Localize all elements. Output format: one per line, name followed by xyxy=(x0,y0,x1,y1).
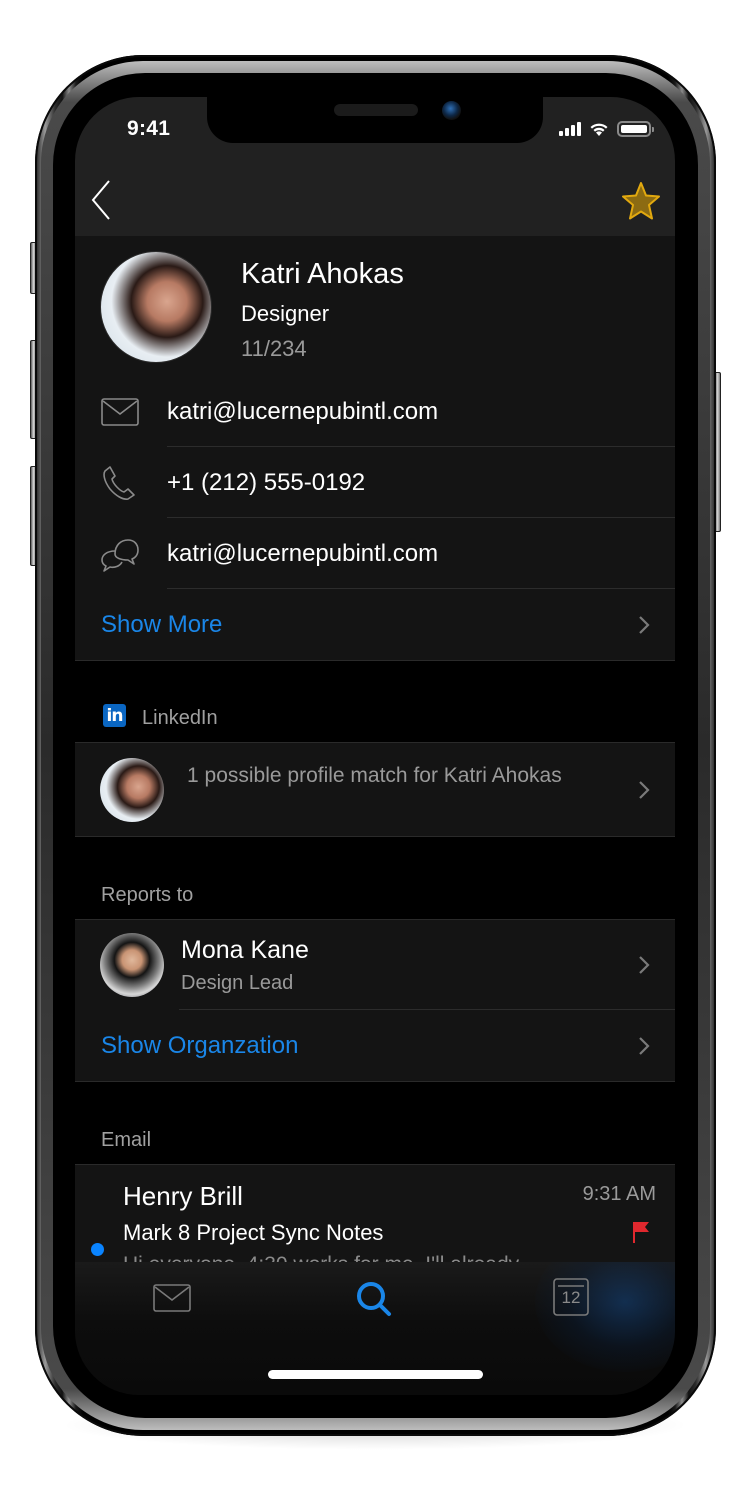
star-icon xyxy=(622,182,660,220)
notch xyxy=(207,97,543,143)
linkedin-section-header: in LinkedIn xyxy=(75,660,675,742)
calendar-day: 12 xyxy=(561,1288,581,1307)
chevron-left-icon xyxy=(91,180,110,220)
chevron-right-icon xyxy=(639,615,650,634)
cellular-signal-icon xyxy=(559,122,581,136)
chevron-right-icon xyxy=(639,780,650,799)
back-button[interactable] xyxy=(89,179,119,221)
status-time: 9:41 xyxy=(127,117,171,140)
email-section-header: Email xyxy=(75,1082,675,1164)
email-section-label: Email xyxy=(101,1129,152,1151)
status-icons xyxy=(559,121,654,137)
email-row[interactable]: katri@lucernepubintl.com xyxy=(75,376,675,447)
contact-title: Designer xyxy=(241,301,330,326)
linkedin-avatar xyxy=(100,758,164,822)
tab-mail[interactable] xyxy=(153,1278,197,1322)
contact-avatar xyxy=(100,251,212,363)
show-organization-button[interactable]: Show Organzation xyxy=(75,1010,675,1081)
phone-icon xyxy=(103,465,135,500)
linkedin-icon: in xyxy=(103,704,126,727)
chevron-right-icon xyxy=(639,956,650,974)
tab-calendar[interactable]: 12 xyxy=(553,1278,597,1322)
chevron-right-icon xyxy=(639,1036,650,1055)
manager-avatar xyxy=(100,933,164,997)
email-time: 9:31 AM xyxy=(582,1183,656,1205)
manager-name: Mona Kane xyxy=(181,936,309,964)
contact-details: Katri Ahokas Designer 11/234 katri@lucer… xyxy=(75,236,675,1279)
home-indicator[interactable] xyxy=(268,1370,483,1379)
email-subject: Mark 8 Project Sync Notes xyxy=(123,1220,384,1245)
envelope-icon xyxy=(101,397,139,426)
show-organization-label: Show Organzation xyxy=(101,1031,299,1059)
email-address: katri@lucernepubintl.com xyxy=(167,397,439,425)
email-sender: Henry Brill xyxy=(123,1181,243,1211)
envelope-icon xyxy=(153,1284,191,1312)
linkedin-label: LinkedIn xyxy=(142,707,218,729)
show-more-button[interactable]: Show More xyxy=(75,589,675,660)
chat-icon xyxy=(101,538,139,572)
battery-icon xyxy=(617,121,654,137)
linkedin-match-row[interactable]: 1 possible profile match for Katri Ahoka… xyxy=(75,742,675,837)
screen: 9:41 Katri Ahokas Designer 11/234 katri@… xyxy=(75,97,675,1395)
front-camera xyxy=(442,101,461,120)
manager-row[interactable]: Mona Kane Design Lead xyxy=(75,920,675,1010)
favorite-button[interactable] xyxy=(621,181,661,221)
wifi-icon xyxy=(590,123,608,136)
unread-indicator xyxy=(91,1243,104,1256)
contact-card: Katri Ahokas Designer 11/234 katri@lucer… xyxy=(75,236,675,660)
contact-office: 11/234 xyxy=(241,336,307,361)
reports-to-section-header: Reports to xyxy=(75,837,675,919)
profile-header: Katri Ahokas Designer 11/234 xyxy=(75,236,675,376)
phone-row[interactable]: +1 (212) 555-0192 xyxy=(75,447,675,518)
manager-role: Design Lead xyxy=(181,972,294,994)
search-icon xyxy=(357,1282,391,1316)
im-address: katri@lucernepubintl.com xyxy=(167,539,439,567)
flag-icon xyxy=(633,1222,649,1243)
tab-search[interactable] xyxy=(353,1278,397,1322)
linkedin-match-text: 1 possible profile match for Katri Ahoka… xyxy=(187,764,562,787)
reports-to-card: Mona Kane Design Lead Show Organzation xyxy=(75,919,675,1082)
show-more-label: Show More xyxy=(101,610,223,638)
im-row[interactable]: katri@lucernepubintl.com xyxy=(75,518,675,589)
speaker-grille xyxy=(334,104,418,116)
phone-number: +1 (212) 555-0192 xyxy=(167,468,366,496)
reports-to-label: Reports to xyxy=(101,884,194,906)
contact-name: Katri Ahokas xyxy=(241,258,404,290)
